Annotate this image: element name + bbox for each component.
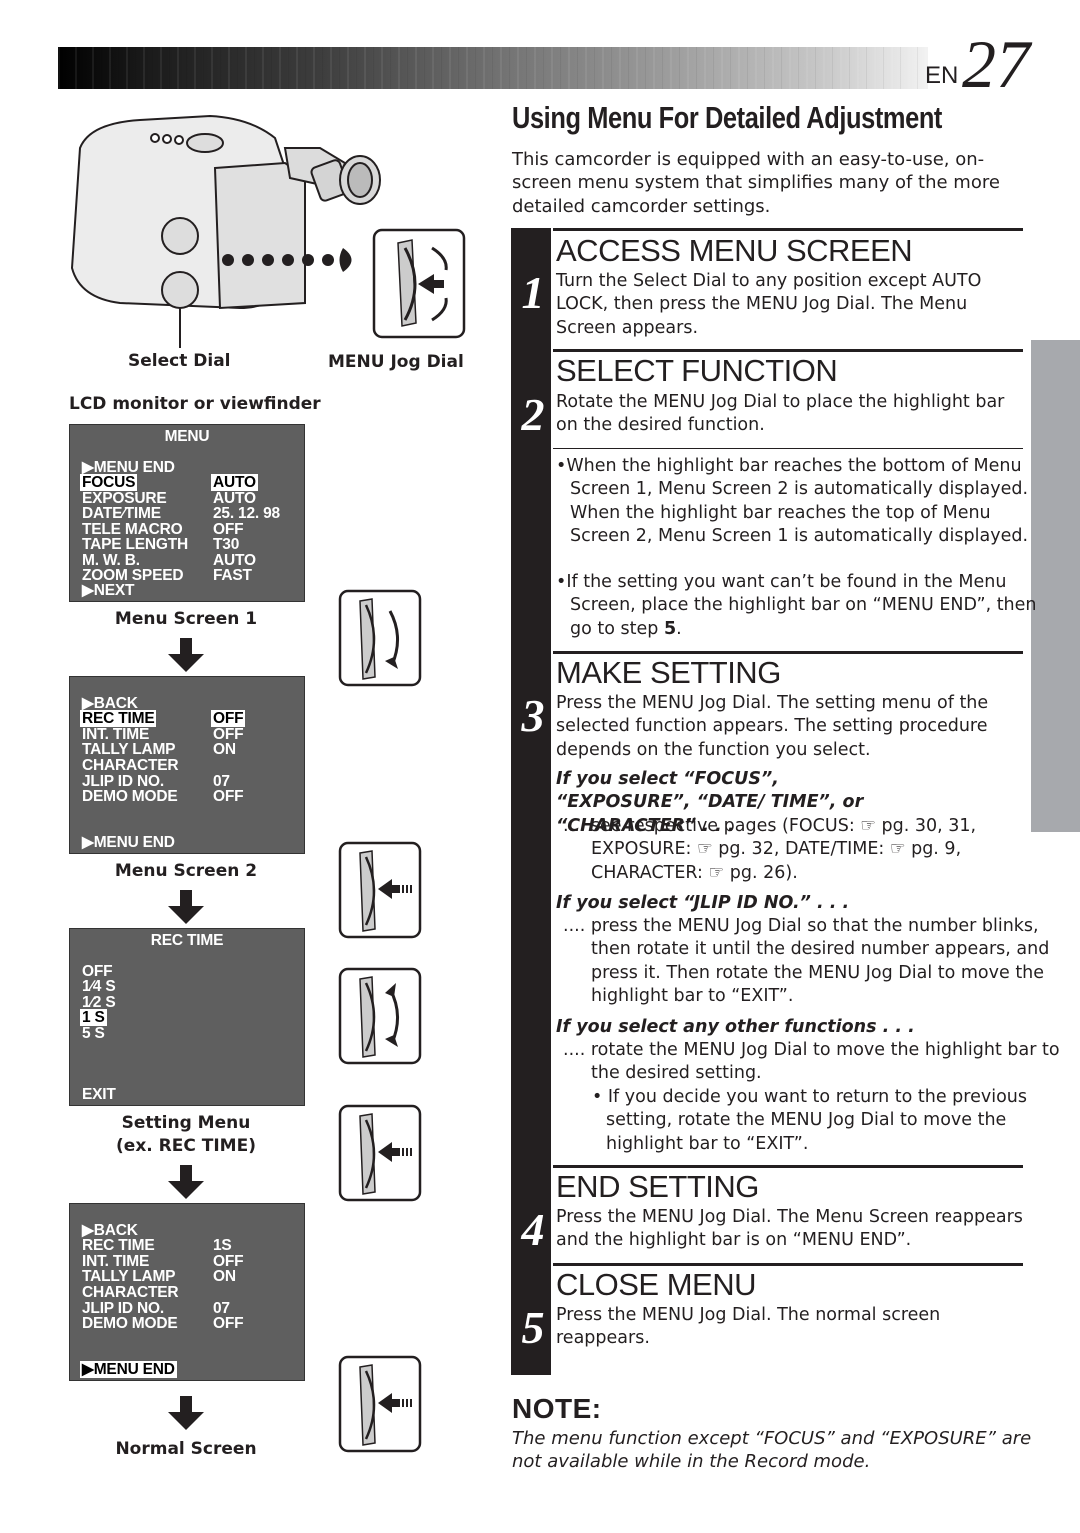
select-dial-knob [161,271,199,309]
osd-item-rec-time[interactable]: REC TIME [82,1238,155,1254]
step-1-heading: ACCESS MENU SCREEN [556,233,913,268]
menu-jog-dial-label: MENU Jog Dial [328,352,464,372]
caption-menu-screen-2: Menu Screen 2 [114,861,258,881]
osd-menu-end[interactable]: ▶MENU END [80,1361,177,1378]
step-1-rule [553,228,1023,231]
step-3-rule [553,651,1023,654]
step-2-divider [553,448,1023,449]
caption-setting-menu-1: Setting Menu [121,1113,251,1133]
page-number: 27 [962,26,1030,102]
osd-item-tally-lamp[interactable]: TALLY LAMP [82,1269,176,1285]
osd-item-rec-time[interactable]: REC TIME [80,710,157,727]
step-5-text: Press the MENU Jog Dial. The normal scre… [556,1305,941,1349]
step-5-heading: CLOSE MENU [556,1267,756,1302]
osd-menu-end[interactable]: ▶MENU END [82,835,175,851]
step-3-number: 3 [521,690,545,741]
osd-value-tally-lamp: ON [213,741,236,758]
bullet-text: When the highlight bar reaches the botto… [566,456,1029,546]
step-5-rule [553,1263,1023,1266]
bullet-text: If you decide you want to return to the … [606,1087,1027,1154]
bullet-text: If the setting you want can’t be found i… [566,572,1037,639]
note-heading: NOTE: [512,1393,602,1424]
osd-item-tally-lamp[interactable]: TALLY LAMP [82,742,176,758]
caption-normal-screen: Normal Screen [115,1439,257,1459]
jog-dial-press-icon [338,1355,422,1453]
osd-item-demo-mode[interactable]: DEMO MODE [82,789,178,805]
osd-value-tape-length: T30 [213,536,240,553]
bullet-end: . [676,618,682,639]
osd-title: REC TIME [150,932,224,949]
jog-dial-box-top [372,228,466,339]
down-arrow-icon [168,638,204,672]
camera-side [213,161,306,310]
osd-item-character[interactable]: CHARACTER [82,1285,179,1301]
step-3-heading: MAKE SETTING [556,655,781,690]
menu-screen-result: ▶BACK REC TIME 1S INT. TIME OFF TALLY LA… [69,1203,305,1381]
case-jlip-title: If you select “JLIP ID NO.” . . . [556,893,850,913]
osd-item-tape-length[interactable]: TAPE LENGTH [82,537,188,553]
step-reference: 5 [663,618,677,639]
osd-value-demo-mode: OFF [213,1315,244,1332]
step-4-text: Press the MENU Jog Dial. The Menu Screen… [556,1207,1023,1251]
note-text: The menu function except “FOCUS” and “EX… [512,1428,1032,1472]
osd-title: MENU [164,428,210,445]
step-5-number: 5 [521,1302,545,1353]
step-1-number: 1 [521,267,545,318]
down-arrow-icon [168,1165,204,1199]
osd-value-tally-lamp: ON [213,1268,236,1285]
intro-paragraph: This camcorder is equipped with an easy-… [512,149,1000,217]
osd-item-focus[interactable]: FOCUS [80,474,138,491]
step-2-text: Rotate the MENU Jog Dial to place the hi… [556,392,1005,436]
step-3-text: Press the MENU Jog Dial. The setting men… [556,693,989,760]
step-2-rule [553,349,1023,352]
step-4-number: 4 [521,1204,545,1255]
jog-dial-press-icon [338,1104,422,1202]
osd-value-zoom-speed: FAST [213,567,252,584]
step-4-rule [553,1165,1023,1168]
jog-dial-rotate-both-icon [338,967,422,1065]
step-2-heading: SELECT FUNCTION [556,353,838,388]
step-2-number: 2 [521,389,545,440]
step-4-heading: END SETTING [556,1169,759,1204]
case-other-title: If you select any other functions . . . [556,1017,915,1037]
menu-screen-2: ▶BACK REC TIME OFF INT. TIME OFF TALLY L… [69,676,305,854]
down-arrow-icon [168,890,204,924]
menu-screen-1: MENU ▶MENU END FOCUS AUTO EXPOSURE AUTO … [69,424,305,602]
osd-value-rec-time: OFF [211,710,246,727]
osd-next[interactable]: ▶NEXT [82,583,134,599]
osd-option-1s[interactable]: 1 S [80,1009,107,1026]
osd-value-demo-mode: OFF [213,788,244,805]
page-title: Using Menu For Detailed Adjustment [512,100,943,135]
osd-exit[interactable]: EXIT [82,1087,116,1103]
header-gradient-bar [58,47,928,89]
step-2-bullet-1: •When the highlight bar reaches the bott… [556,456,1029,546]
step-2-bullet-2: •If the setting you want can’t be found … [556,572,1037,639]
step-1-text: Turn the Select Dial to any position exc… [556,271,982,338]
osd-option-5s[interactable]: 5 S [82,1026,105,1042]
case-other-bullet: • If you decide you want to return to th… [592,1087,1027,1154]
osd-item-demo-mode[interactable]: DEMO MODE [82,1316,178,1332]
language-code: EN [925,62,959,89]
jog-dial-press-icon [338,841,422,939]
osd-option-quarter-s[interactable]: 1∕4 S [82,979,116,995]
case-focus-text: .... see respective pages (FOCUS: ☞ pg. … [563,816,977,883]
jog-dial-rotate-icon [338,589,422,687]
down-arrow-icon [168,1396,204,1430]
case-jlip-text: .... press the MENU Jog Dial so that the… [563,916,1050,1006]
case-other-text: .... rotate the MENU Jog Dial to move th… [563,1040,1060,1084]
osd-value-rec-time: 1S [213,1237,232,1254]
camcorder-illustration [70,114,466,348]
osd-item-date-time[interactable]: DATE∕TIME [82,506,161,522]
caption-setting-menu-2: (ex. REC TIME) [116,1136,256,1156]
caption-menu-screen-1: Menu Screen 1 [114,609,258,629]
osd-item-character[interactable]: CHARACTER [82,758,179,774]
setting-menu-screen: REC TIME OFF 1∕4 S 1∕2 S 1 S 5 S EXIT [69,928,305,1106]
lcd-label: LCD monitor or viewfinder [69,394,321,414]
select-dial-label: Select Dial [128,351,231,371]
osd-value-date-time: 25. 12. 98 [213,505,280,522]
osd-value-focus: AUTO [211,474,258,491]
